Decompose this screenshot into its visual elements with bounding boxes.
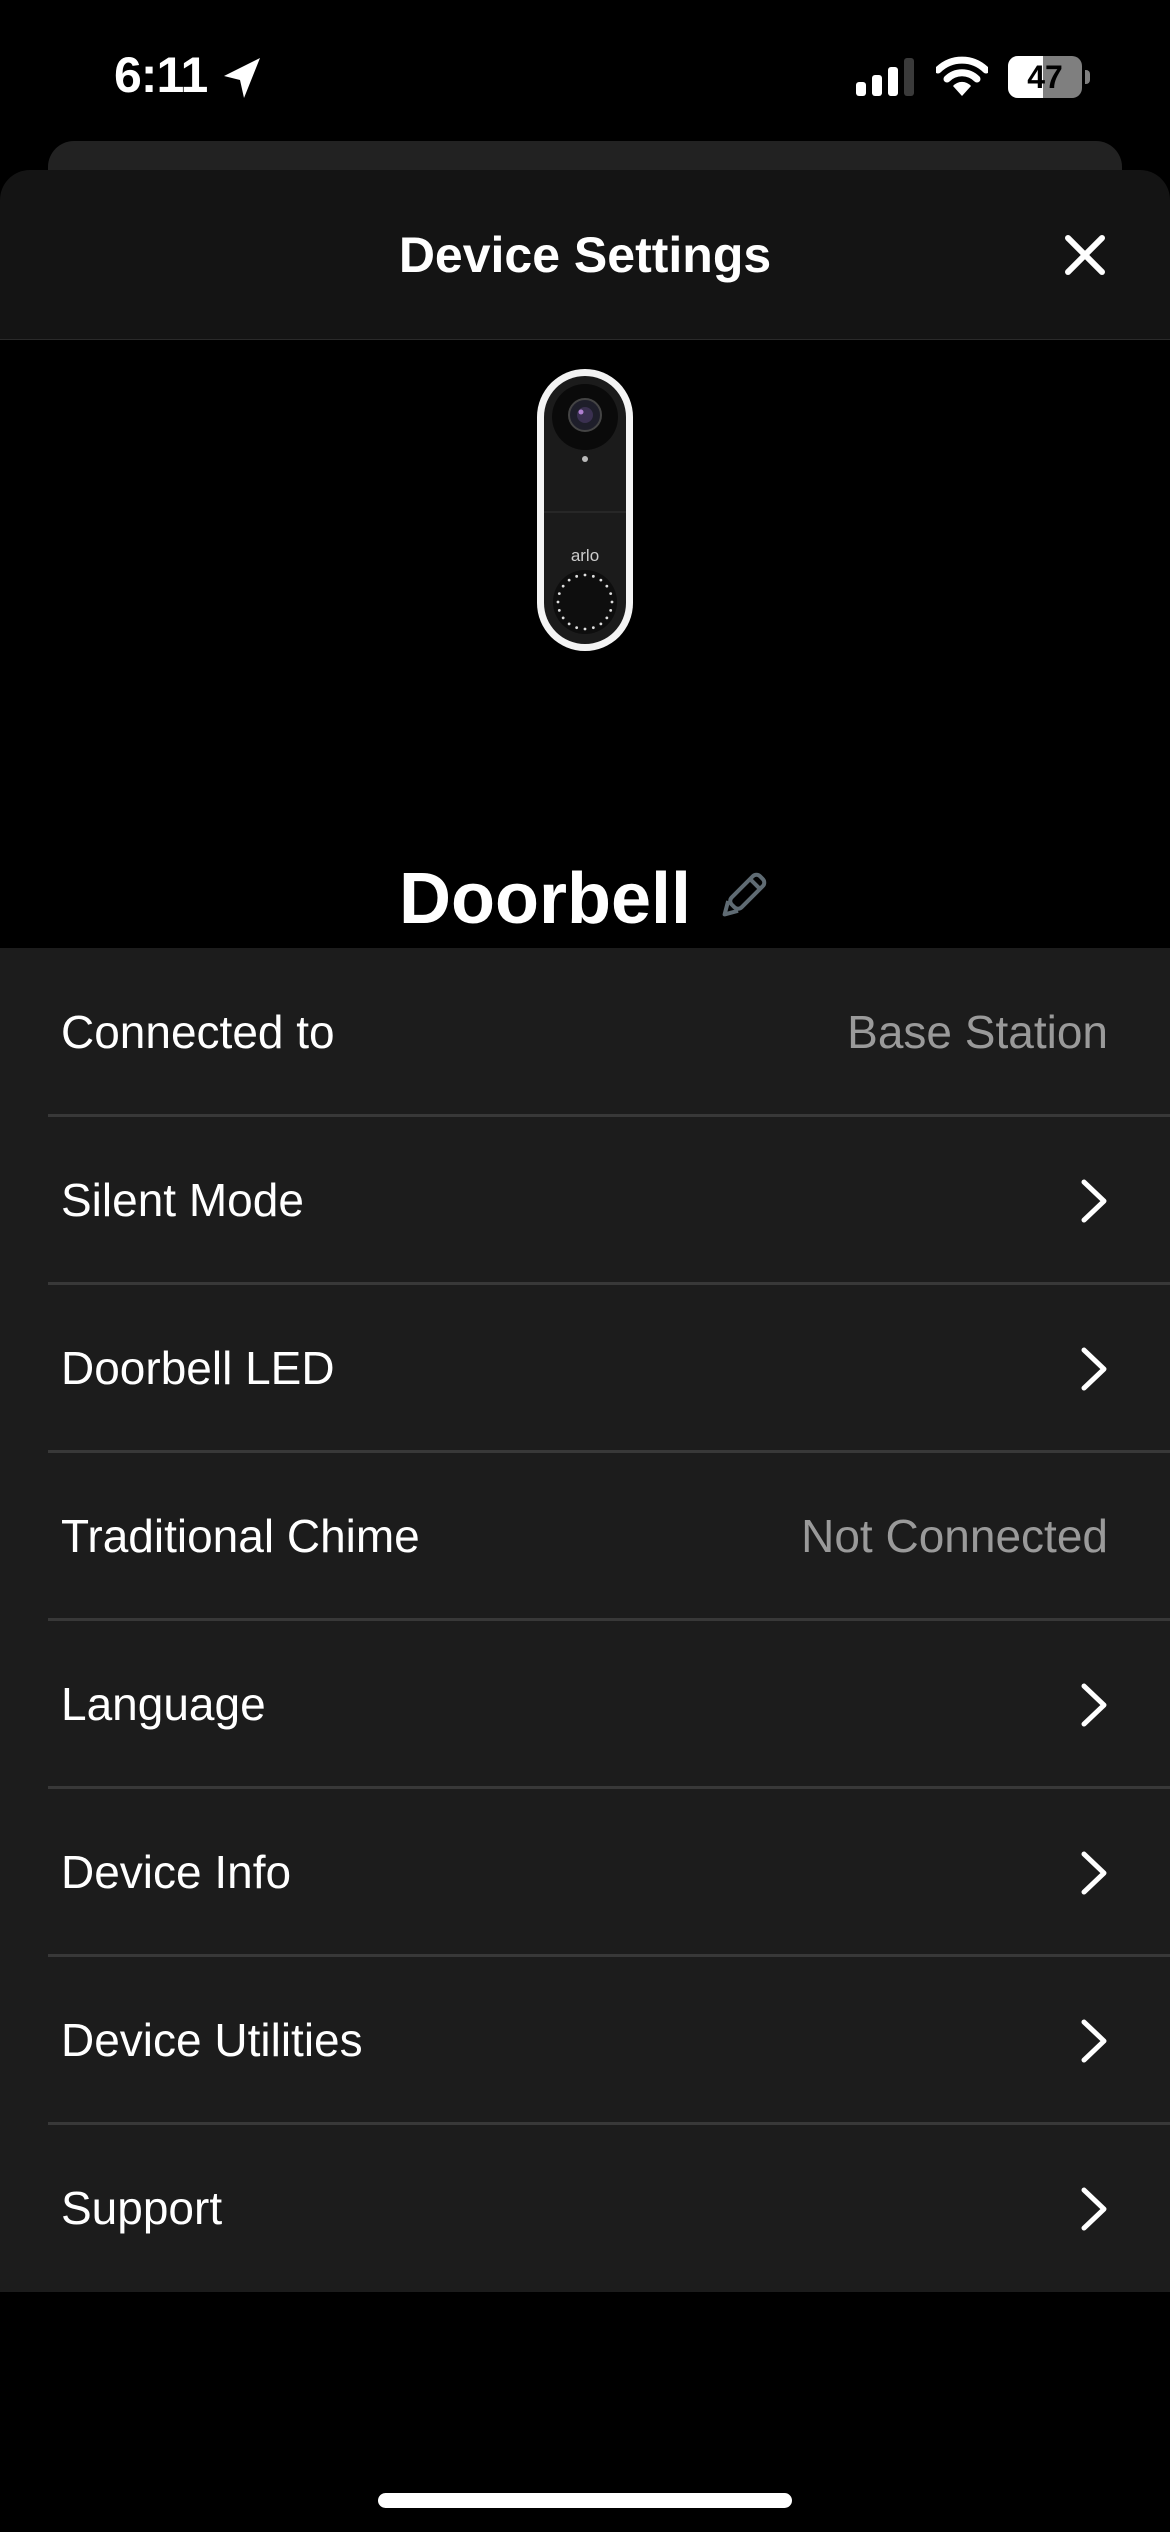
row-label: Device Utilities <box>61 2014 363 2066</box>
button-ring-dot <box>583 573 587 577</box>
button-ring-dot <box>575 626 579 630</box>
button-ring-dot <box>583 627 587 631</box>
device-name: Doorbell <box>398 859 691 939</box>
row-label: Support <box>61 2182 223 2234</box>
pencil-icon[interactable] <box>715 868 771 924</box>
doorbell-device-image: arlo <box>537 369 633 651</box>
chevron-right-icon <box>1081 1179 1107 1223</box>
row-value: Not Connected <box>801 1510 1108 1562</box>
button-ring-dot <box>609 592 613 596</box>
device-settings-sheet: Device Settings arlo Doorbell Connected … <box>0 170 1170 2532</box>
button-ring-dot <box>557 608 561 612</box>
button-ring-dot <box>561 584 565 588</box>
status-bar: 6:11 47 <box>0 0 1170 140</box>
row-label: Language <box>61 1678 266 1730</box>
close-icon[interactable] <box>1050 220 1120 290</box>
row-label: Doorbell LED <box>61 1342 335 1394</box>
row-label: Device Info <box>61 1846 292 1898</box>
row-label: Silent Mode <box>61 1174 304 1226</box>
button-ring-dot <box>557 592 561 596</box>
chevron-right-icon <box>1081 1851 1107 1895</box>
settings-row-silent-mode[interactable]: Silent Mode <box>0 1114 1170 1284</box>
settings-list: Connected to Base Station Silent Mode Do… <box>0 948 1170 2292</box>
page-title: Device Settings <box>398 227 772 283</box>
settings-row-traditional-chime[interactable]: Traditional Chime Not Connected <box>0 1450 1170 1620</box>
button-ring-dot <box>605 584 609 588</box>
chevron-right-icon <box>1081 2187 1107 2231</box>
battery-icon: 47 <box>1008 56 1090 98</box>
settings-row-support[interactable]: Support <box>0 2122 1170 2292</box>
button-ring-dot <box>575 574 579 578</box>
button-ring-dot <box>599 578 603 582</box>
chevron-right-icon <box>1081 1683 1107 1727</box>
button-ring-dot <box>591 574 595 578</box>
button-ring-dot <box>556 600 560 604</box>
row-label: Connected to <box>61 1006 335 1058</box>
home-indicator[interactable] <box>378 2493 792 2508</box>
battery-percent: 47 <box>1027 59 1063 95</box>
settings-row-device-utilities[interactable]: Device Utilities <box>0 1954 1170 2124</box>
button-ring-dot <box>605 616 609 620</box>
row-value: Base Station <box>847 1006 1108 1058</box>
settings-row-connected-to[interactable]: Connected to Base Station <box>0 948 1170 1116</box>
cellular-signal-icon <box>856 58 914 96</box>
button-ring-dot <box>561 616 565 620</box>
settings-row-device-info[interactable]: Device Info <box>0 1786 1170 1956</box>
chevron-right-icon <box>1081 1347 1107 1391</box>
sheet-header: Device Settings <box>0 170 1170 340</box>
status-time: 6:11 <box>114 47 208 103</box>
button-ring-dot <box>591 626 595 630</box>
device-brand-label: arlo <box>571 546 599 565</box>
button-ring-dot <box>610 600 614 604</box>
location-arrow-icon <box>224 58 260 98</box>
row-label: Traditional Chime <box>61 1510 420 1562</box>
chevron-right-icon <box>1081 2019 1107 2063</box>
button-ring-dot <box>567 578 571 582</box>
button-ring-dot <box>599 622 603 626</box>
settings-row-language[interactable]: Language <box>0 1618 1170 1788</box>
button-ring-dot <box>609 608 613 612</box>
wifi-icon <box>936 56 988 96</box>
settings-row-doorbell-led[interactable]: Doorbell LED <box>0 1282 1170 1452</box>
button-ring-dot <box>567 622 571 626</box>
device-name-row: Doorbell <box>0 858 1170 940</box>
